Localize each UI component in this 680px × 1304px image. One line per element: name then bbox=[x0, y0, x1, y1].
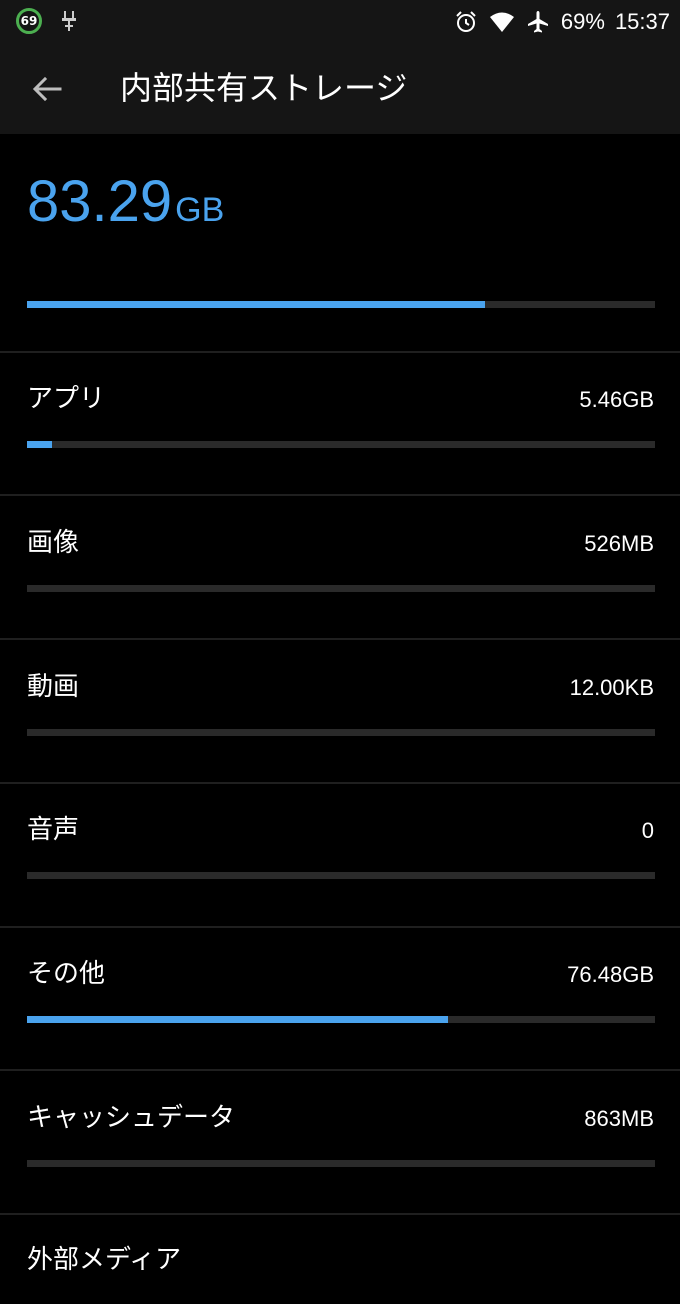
total-usage-fill bbox=[27, 301, 486, 308]
category-bar bbox=[27, 729, 655, 736]
usb-debug-icon bbox=[62, 11, 76, 31]
category-row-apps[interactable]: アプリ 5.46GB bbox=[0, 353, 680, 496]
total-value: 83.29 bbox=[27, 169, 173, 234]
category-size: 12.00KB bbox=[569, 675, 654, 700]
airplane-icon bbox=[525, 9, 551, 35]
divider bbox=[0, 1213, 680, 1215]
category-label: その他 bbox=[27, 959, 106, 989]
category-label: 音声 bbox=[27, 815, 80, 845]
category-row-videos[interactable]: 動画 12.00KB bbox=[0, 641, 680, 784]
category-label: キャッシュデータ bbox=[27, 1103, 236, 1133]
category-size: 5.46GB bbox=[579, 387, 654, 412]
divider bbox=[0, 1069, 680, 1071]
page-title: 内部共有ストレージ bbox=[120, 69, 408, 107]
category-size: 863MB bbox=[584, 1106, 654, 1131]
clock: 15:37 bbox=[614, 9, 670, 34]
toolbar: 内部共有ストレージ bbox=[0, 44, 680, 134]
status-icons: 69% 15:37 bbox=[453, 0, 670, 44]
back-button[interactable] bbox=[22, 64, 72, 114]
category-bar bbox=[27, 441, 655, 448]
category-bar bbox=[27, 872, 655, 879]
battery-percent: 69% bbox=[560, 9, 605, 34]
category-size: 526MB bbox=[584, 531, 654, 556]
total-unit: GB bbox=[175, 191, 225, 229]
external-media-label: 外部メディア bbox=[27, 1245, 182, 1275]
category-bar bbox=[27, 1160, 655, 1167]
wifi-icon bbox=[489, 9, 515, 35]
category-bar-fill bbox=[27, 441, 53, 448]
category-label: 動画 bbox=[27, 672, 80, 702]
category-label: 画像 bbox=[27, 528, 80, 558]
category-bar bbox=[27, 1016, 655, 1023]
category-size: 0 bbox=[641, 818, 654, 843]
divider bbox=[0, 638, 680, 640]
category-bar bbox=[27, 585, 655, 592]
category-bar-fill bbox=[27, 1016, 448, 1023]
status-bar: 69 69% 15:37 bbox=[0, 0, 680, 44]
external-media-row[interactable]: 外部メディア bbox=[0, 1216, 680, 1304]
category-size: 76.48GB bbox=[567, 962, 654, 987]
total-usage-bar bbox=[27, 301, 655, 308]
arrow-left-icon bbox=[32, 76, 62, 102]
category-row-cache[interactable]: キャッシュデータ 863MB bbox=[0, 1072, 680, 1215]
category-label: アプリ bbox=[27, 384, 106, 414]
category-row-images[interactable]: 画像 526MB bbox=[0, 497, 680, 640]
total-storage: 83.29GB bbox=[27, 168, 224, 238]
alarm-icon bbox=[453, 9, 479, 35]
notification-badge: 69 bbox=[16, 8, 42, 34]
category-row-audio[interactable]: 音声 0 bbox=[0, 784, 680, 927]
category-row-other[interactable]: その他 76.48GB bbox=[0, 928, 680, 1071]
divider bbox=[0, 494, 680, 496]
